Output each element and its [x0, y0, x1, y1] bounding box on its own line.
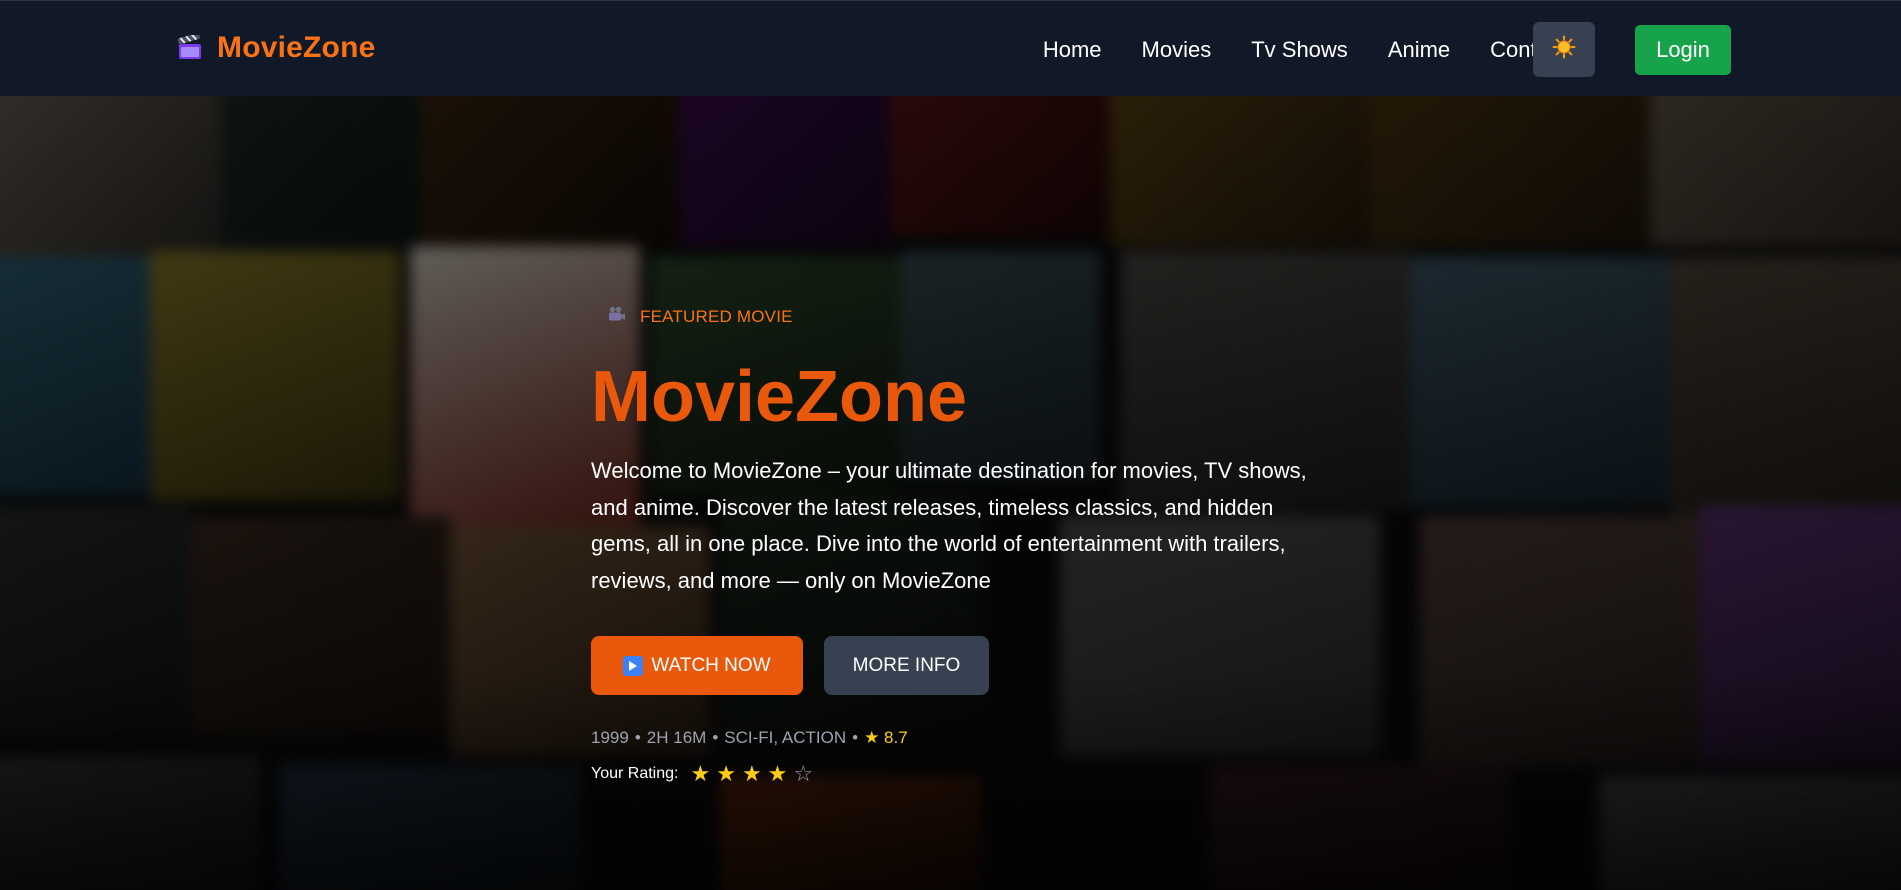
featured-tag: FEATURED MOVIE — [608, 306, 1331, 327]
meta-duration: 2H 16M — [646, 728, 707, 747]
page: MovieZone Home Movies Tv Shows Anime Con… — [0, 0, 1901, 890]
clapperboard-icon — [177, 32, 203, 61]
login-button[interactable]: Login — [1635, 25, 1731, 75]
star-empty-icon[interactable]: ☆ — [793, 763, 813, 785]
star-filled-icon[interactable]: ★ — [742, 763, 762, 785]
meta-genres: SCI-FI, ACTION — [724, 728, 847, 747]
movie-camera-icon — [608, 306, 626, 327]
brand-name: MovieZone — [217, 31, 376, 64]
meta-rating: ★ 8.7 — [864, 728, 908, 747]
meta-year: 1999 — [591, 728, 629, 747]
sun-icon — [1552, 35, 1576, 64]
nav-link-tv-shows[interactable]: Tv Shows — [1251, 37, 1348, 63]
meta-separator: • — [634, 728, 641, 747]
play-icon — [623, 655, 644, 676]
watch-now-label: WATCH NOW — [651, 654, 771, 676]
nav-link-home[interactable]: Home — [1043, 37, 1102, 63]
nav-link-anime[interactable]: Anime — [1388, 37, 1450, 63]
hero-content: FEATURED MOVIE MovieZone Welcome to Movi… — [591, 306, 1331, 785]
movie-meta: 1999 • 2H 16M • SCI-FI, ACTION • ★ 8.7 — [591, 728, 1331, 748]
brand-logo[interactable]: MovieZone — [177, 31, 375, 65]
your-rating: Your Rating: ★ ★ ★ ★ ☆ — [591, 763, 1331, 785]
hero-title: MovieZone — [591, 357, 968, 437]
meta-separator: • — [712, 728, 719, 747]
meta-separator: • — [852, 728, 859, 747]
navbar: MovieZone Home Movies Tv Shows Anime Con… — [0, 0, 1901, 96]
hero-buttons: WATCH NOW MORE INFO — [591, 636, 1331, 695]
nav-links: Home Movies Tv Shows Anime Contact — [1043, 37, 1566, 63]
your-rating-label: Your Rating: — [591, 765, 679, 782]
rating-stars: ★ ★ ★ ★ ☆ — [690, 763, 813, 785]
hero-section: FEATURED MOVIE MovieZone Welcome to Movi… — [0, 96, 1901, 890]
hero-description: Welcome to MovieZone – your ultimate des… — [591, 458, 1307, 593]
featured-label: FEATURED MOVIE — [640, 306, 793, 326]
nav-link-movies[interactable]: Movies — [1142, 37, 1212, 63]
star-filled-icon[interactable]: ★ — [716, 763, 736, 785]
star-filled-icon[interactable]: ★ — [690, 763, 710, 785]
more-info-button[interactable]: MORE INFO — [824, 636, 989, 695]
watch-now-button[interactable]: WATCH NOW — [591, 636, 803, 695]
theme-toggle-button[interactable] — [1533, 22, 1595, 77]
star-filled-icon[interactable]: ★ — [768, 763, 788, 785]
